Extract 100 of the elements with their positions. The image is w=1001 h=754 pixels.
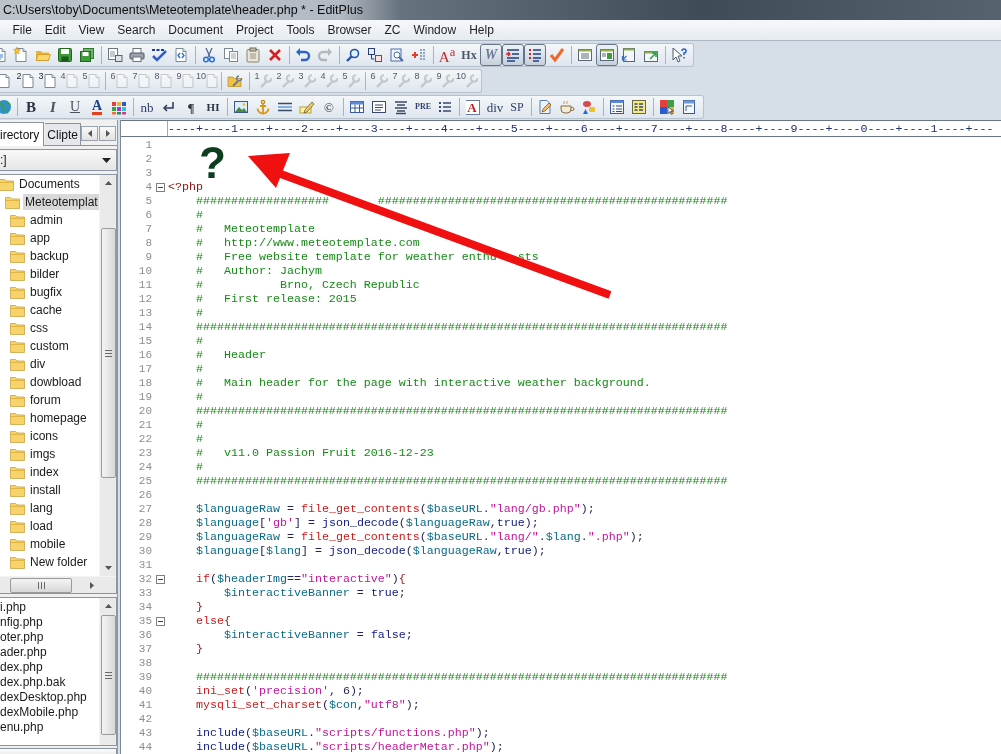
folder-item[interactable]: bugfix [28,284,65,300]
document-icon [206,73,218,89]
menu-item[interactable]: Document [161,23,230,37]
menu-item[interactable]: Project [229,23,280,37]
folder-icon [10,213,25,227]
line-number: 18 [137,376,153,390]
filename-entry[interactable]: dex.php [0,659,43,674]
menu-item[interactable]: ZC [377,23,407,37]
collapse-box-icon[interactable] [156,616,165,626]
line-number: 33 [137,586,153,600]
folder-icon [10,357,25,371]
filename-entry[interactable]: ader.php [0,644,47,659]
panel-layout-button[interactable] [596,44,618,66]
folder-item[interactable]: forum [28,392,63,408]
hx-button[interactable]: Hx [458,44,480,66]
line-numbers-button[interactable] [524,44,546,66]
font-size-button[interactable]: A$^{a}$ [436,44,458,66]
nbsp-button[interactable]: nb [136,96,158,118]
copy-icon [223,47,239,63]
menu-item[interactable]: File [6,23,39,37]
folder-item[interactable]: index [28,464,61,480]
folder-item[interactable]: dowbload [28,374,84,390]
right-triangle-icon [105,130,110,137]
folder-icon [10,483,25,497]
document-icon [0,73,12,89]
globe-icon [0,99,12,115]
collapse-box-icon[interactable] [156,574,165,584]
underline-button[interactable]: U [64,96,86,118]
copyright-button[interactable]: © [318,96,340,118]
bold-button[interactable]: B [20,96,42,118]
code-line: include($baseURL."scripts/functions.php"); [195,726,490,740]
collapse-box-icon[interactable] [156,182,165,192]
menu-item[interactable]: Window [406,23,463,37]
pre-button[interactable]: PRE [412,96,434,118]
filename-entry[interactable]: enu.php [0,719,44,734]
filename-entry[interactable]: i.php [0,599,27,614]
code-line: ############################################################################ [195,474,728,488]
drive-dropdown[interactable]: :] [0,149,117,171]
folder-item[interactable]: bilder [28,266,62,282]
menu-item[interactable]: Edit [38,23,73,37]
heading-button[interactable]: HI [202,96,224,118]
filename-entry[interactable]: dexDesktop.php [0,689,87,704]
numbered-document-button[interactable]: 3 [36,70,58,92]
menu-item[interactable]: View [72,23,111,37]
numbered-document-button[interactable]: 2 [14,70,36,92]
code-line: # Meteotemplate [195,222,315,236]
folder-item[interactable]: app [28,230,53,246]
filter-dropdown[interactable] [0,748,117,754]
redo-icon [317,47,333,63]
line-number: 13 [137,306,153,320]
folder-item[interactable]: homepage [28,410,89,426]
scrollbar-thumb[interactable] [100,228,116,478]
scroll-right-button[interactable] [99,126,117,141]
folder-item[interactable]: Meteotemplat [23,194,99,210]
filename-entry[interactable]: dexMobile.php [0,704,79,719]
div-button[interactable]: div [484,96,506,118]
menu-item[interactable]: Tools [279,23,321,37]
window-icon [621,47,637,63]
folder-item[interactable]: install [28,482,63,498]
text-box-icon [371,99,387,115]
sidebar-tab[interactable]: irectory [0,122,45,146]
floppy-disks-icon [79,47,95,63]
folder-item[interactable]: div [28,356,48,372]
filename-entry[interactable]: oter.php [0,629,44,644]
filename-entry[interactable]: dex.php.bak [0,674,66,689]
wrench-icon [466,73,478,89]
folder-item[interactable]: New folder [28,554,90,570]
folder-item[interactable]: backup [28,248,71,264]
folder-item[interactable]: Documents [17,176,82,192]
scrollbar-thumb[interactable] [100,615,116,735]
italic-button[interactable]: I [42,96,64,118]
font-button[interactable]: A [462,96,484,118]
list-window-icon [577,47,593,63]
scrollbar-thumb[interactable] [10,577,72,593]
line-number: 1 [144,138,153,152]
font-color-button[interactable]: A [86,96,108,118]
menu-item[interactable]: Search [110,23,162,37]
folder-item[interactable]: css [28,320,50,336]
paragraph-button[interactable]: ¶ [180,96,202,118]
folder-item[interactable]: icons [28,428,60,444]
folder-item[interactable]: cache [28,302,65,318]
menu-item[interactable]: Help [462,23,501,37]
code-line: else{ [195,614,231,628]
folder-item[interactable]: lang [28,500,55,516]
filename-entry[interactable]: nfig.php [0,614,43,629]
folder-item[interactable]: mobile [28,536,68,552]
sidebar-tab[interactable]: Clipte [45,123,82,145]
line-number: 11 [137,278,153,292]
line-number: 10 [137,264,153,278]
folder-item[interactable]: custom [28,338,71,354]
folder-item[interactable]: admin [28,212,65,228]
scroll-left-button[interactable] [81,126,99,141]
folder-item[interactable]: load [28,518,55,534]
menu-item[interactable]: Browser [320,23,378,37]
word-wrap-button[interactable] [502,44,524,66]
folder-item[interactable]: imgs [28,446,58,462]
line-number: 22 [137,432,153,446]
span-button[interactable]: SP [506,96,528,118]
undo-icon [295,47,311,63]
line-number: 41 [137,698,153,712]
